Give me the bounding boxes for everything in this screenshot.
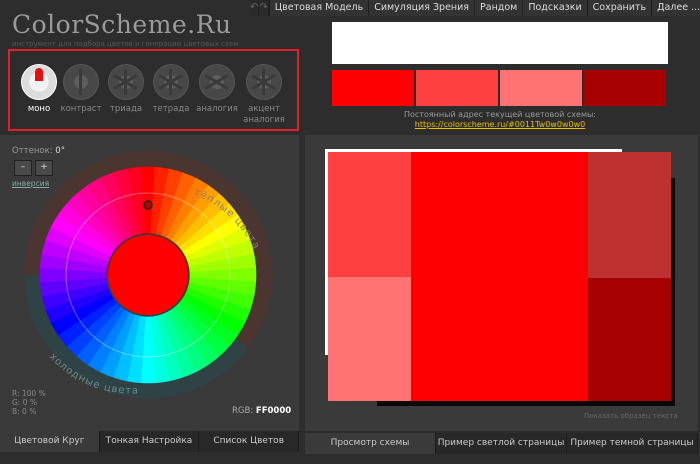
swatch-2[interactable] — [416, 70, 498, 106]
undo-arrow-icon[interactable]: ↶ — [250, 0, 260, 16]
right-tabs: Просмотр схемы Пример светлой страницы П… — [305, 433, 698, 454]
triad-wheel-icon — [108, 64, 144, 100]
mode-analogy[interactable]: аналогия — [190, 64, 244, 115]
hue-label: Оттенок: — [12, 146, 53, 156]
menu-color-model[interactable]: Цветовая Модель — [268, 0, 369, 16]
rgb-blue: B: 0 % — [12, 407, 37, 416]
scheme-block-primary[interactable] — [411, 152, 588, 401]
menu-hints[interactable]: Подсказки — [522, 0, 587, 16]
hue-value: 0° — [55, 146, 65, 156]
accent-analogy-wheel-icon — [246, 64, 282, 100]
scheme-block-dark2[interactable] — [588, 278, 671, 401]
tab-color-list[interactable]: Список Цветов — [199, 431, 300, 452]
menu-save[interactable]: Сохранить — [586, 0, 652, 16]
left-tabs: Цветовой Круг Тонкая Настройка Список Цв… — [0, 431, 300, 452]
redo-arrow-icon[interactable]: ↷ — [259, 0, 269, 16]
swatch-4[interactable] — [584, 70, 666, 106]
rgb-red: R: 100 % — [12, 389, 46, 398]
tab-fine-tuning[interactable]: Тонкая Настройка — [99, 431, 200, 452]
scheme-block-dark1[interactable] — [588, 152, 671, 278]
inversion-link[interactable]: инверсия — [12, 179, 49, 188]
mode-label: аналогия — [196, 104, 238, 114]
tagline: инструмент для подбора цветов и генераци… — [12, 40, 239, 48]
selected-color-center — [108, 235, 188, 315]
swatch-3[interactable] — [500, 70, 582, 106]
top-menu-bar: ↶ ↷ Цветовая Модель Симуляция Зрения Ран… — [250, 0, 700, 16]
permalink-text: Постоянный адрес текущей цветовой схемы: — [403, 110, 596, 119]
menu-random[interactable]: Рандом — [474, 0, 523, 16]
rgb-percentages: R: 100 % G: 0 % B: 0 % — [12, 389, 46, 416]
mono-wheel-icon — [21, 64, 57, 100]
mode-label: акцент аналогия — [243, 104, 285, 125]
rgb-label: RGB: — [232, 406, 254, 416]
analogy-wheel-icon — [199, 64, 235, 100]
mode-accent-analogy[interactable]: акцент аналогия — [237, 64, 291, 126]
tetrad-wheel-icon — [153, 64, 189, 100]
scheme-block-light1[interactable] — [328, 152, 411, 277]
rgb-green: G: 0 % — [12, 398, 38, 407]
hue-handle[interactable] — [143, 200, 153, 210]
scheme-block-light2[interactable] — [328, 277, 411, 401]
permalink: Постоянный адрес текущей цветовой схемы:… — [332, 110, 668, 130]
show-sample-text-link[interactable]: Показать образец текста — [584, 412, 678, 420]
rgb-hex-value[interactable]: FF0000 — [256, 406, 291, 416]
color-wheel[interactable]: тёплые цвета холодные цвета — [20, 143, 280, 415]
hue-plus-button[interactable]: + — [35, 160, 53, 176]
scheme-preview-strip — [332, 22, 668, 64]
site-logo[interactable]: ColorScheme.Ru — [12, 10, 232, 39]
tab-color-wheel[interactable]: Цветовой Круг — [0, 431, 100, 452]
menu-vision-simulation[interactable]: Симуляция Зрения — [368, 0, 475, 16]
tab-scheme-view[interactable]: Просмотр схемы — [305, 433, 436, 454]
hue-minus-button[interactable]: – — [14, 160, 32, 176]
contrast-wheel-icon — [63, 64, 99, 100]
swatch-1[interactable] — [332, 70, 414, 106]
tab-dark-page-example[interactable]: Пример темной страницы — [567, 433, 698, 454]
hue-readout: Оттенок: 0° — [12, 146, 65, 156]
rgb-hex-readout: RGB: FF0000 — [232, 406, 291, 416]
menu-more[interactable]: Далее ... — [651, 0, 700, 16]
permalink-url[interactable]: https://colorscheme.ru/#0011Tw0w0w0w0 — [415, 120, 585, 129]
tab-light-page-example[interactable]: Пример светлой страницы — [436, 433, 567, 454]
